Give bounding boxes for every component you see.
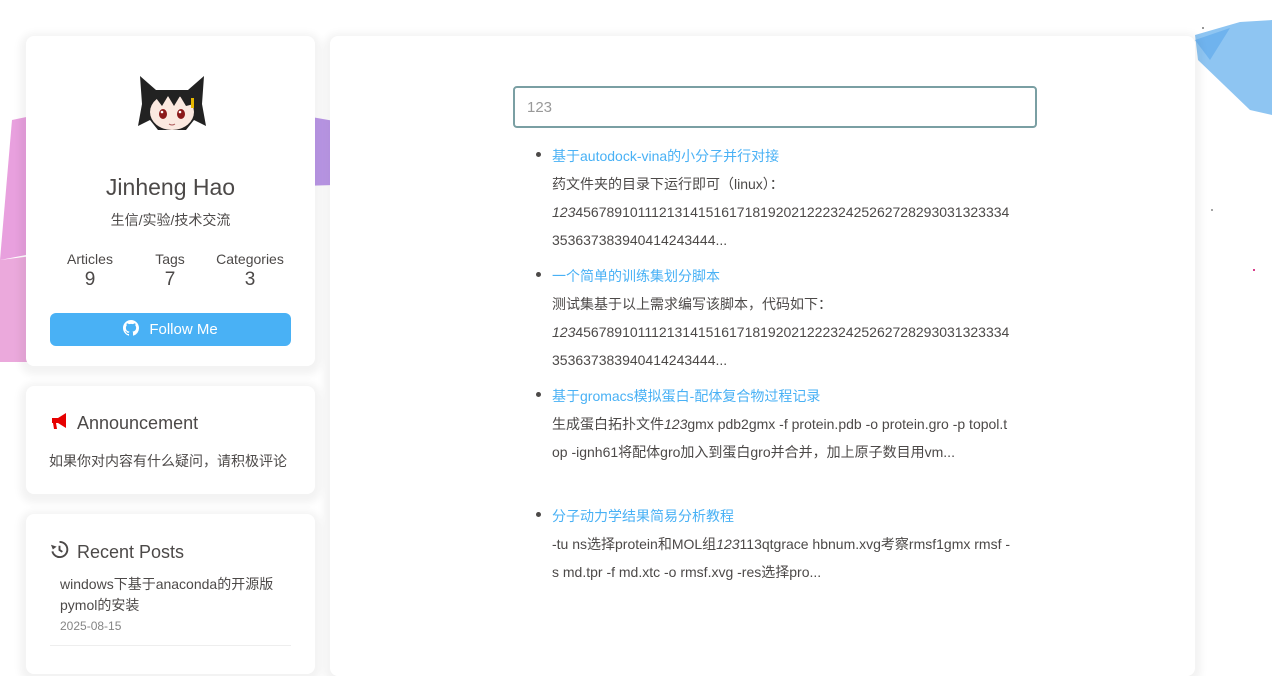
- stat-value: 3: [244, 269, 256, 290]
- bullet: [536, 152, 541, 157]
- snippet-text: 4567891011121314151617181920212223242526…: [552, 204, 1010, 248]
- bullet: [536, 272, 541, 277]
- search-result: 分子动力学结果简易分析教程 -tu ns选择protein和MOL组123113…: [536, 505, 1014, 586]
- search-result: 基于autodock-vina的小分子并行对接 药文件夹的目录下运行即可（lin…: [536, 145, 1014, 254]
- snippet-highlight: 123: [552, 324, 576, 340]
- stat-label: Categories: [216, 251, 284, 267]
- github-icon: [123, 319, 140, 340]
- stat-tags[interactable]: Tags 7: [130, 251, 210, 291]
- search-result: 一个简单的训练集划分脚本 测试集基于以上需求编写该脚本，代码如下： 1234567…: [536, 265, 1014, 374]
- follow-me-button[interactable]: Follow Me: [50, 313, 291, 346]
- stat-categories[interactable]: Categories 3: [210, 251, 290, 291]
- announcement-card: [26, 386, 315, 494]
- result-title-link[interactable]: 基于gromacs模拟蛋白-配体复合物过程记录: [552, 385, 1014, 407]
- snippet-text: 药文件夹的目录下运行即可（linux）：: [552, 176, 784, 192]
- result-title-link[interactable]: 基于autodock-vina的小分子并行对接: [552, 145, 1014, 167]
- snippet-highlight: 123: [664, 416, 688, 432]
- follow-me-label: Follow Me: [149, 321, 218, 338]
- snippet-text: -tu ns选择protein和MOL组: [552, 536, 717, 552]
- recent-post-date: 2025-08-15: [60, 619, 122, 633]
- stat-label: Tags: [155, 251, 185, 267]
- stat-value: 7: [164, 269, 176, 290]
- divider: [50, 645, 291, 646]
- result-title-link[interactable]: 一个简单的训练集划分脚本: [552, 265, 1014, 287]
- announcement-header: Announcement: [50, 412, 198, 435]
- snippet-highlight: 123: [552, 204, 576, 220]
- stat-label: Articles: [67, 251, 113, 267]
- avatar[interactable]: [136, 74, 208, 141]
- history-icon: [50, 540, 69, 564]
- announcement-title: Announcement: [77, 413, 199, 433]
- search-input[interactable]: [513, 86, 1037, 128]
- recent-post-title[interactable]: windows下基于anaconda的开源版pymol的安装: [60, 574, 296, 616]
- result-title-link[interactable]: 分子动力学结果简易分析教程: [552, 505, 1014, 527]
- snippet-highlight: 123: [716, 536, 740, 552]
- bullet: [536, 512, 541, 517]
- stat-articles[interactable]: Articles 9: [50, 251, 130, 291]
- recent-posts-header: Recent Posts: [50, 540, 184, 564]
- stat-value: 9: [84, 269, 96, 290]
- recent-posts-title: Recent Posts: [77, 541, 185, 562]
- announcement-text: 如果你对内容有什么疑问，请积极评论: [49, 453, 287, 469]
- author-name: Jinheng Hao: [105, 174, 236, 200]
- search-result: 基于gromacs模拟蛋白-配体复合物过程记录 生成蛋白拓扑文件123gmx p…: [536, 385, 1014, 466]
- bullet: [536, 392, 541, 397]
- megaphone-icon: [50, 412, 69, 435]
- snippet-text: 测试集基于以上需求编写该脚本，代码如下：: [552, 296, 832, 312]
- result-snippet: 药文件夹的目录下运行即可（linux）： 12345678910111213141…: [552, 170, 1014, 254]
- author-description: 生信/实验/技术交流: [110, 212, 231, 228]
- result-snippet: 生成蛋白拓扑文件123gmx pdb2gmx -f protein.pdb -o…: [552, 410, 1014, 466]
- snippet-text: 生成蛋白拓扑文件: [552, 416, 664, 432]
- result-snippet: -tu ns选择protein和MOL组123113qtgrace hbnum.…: [552, 530, 1014, 586]
- snippet-text: 4567891011121314151617181920212223242526…: [552, 324, 1010, 368]
- result-snippet: 测试集基于以上需求编写该脚本，代码如下： 12345678910111213141…: [552, 290, 1014, 374]
